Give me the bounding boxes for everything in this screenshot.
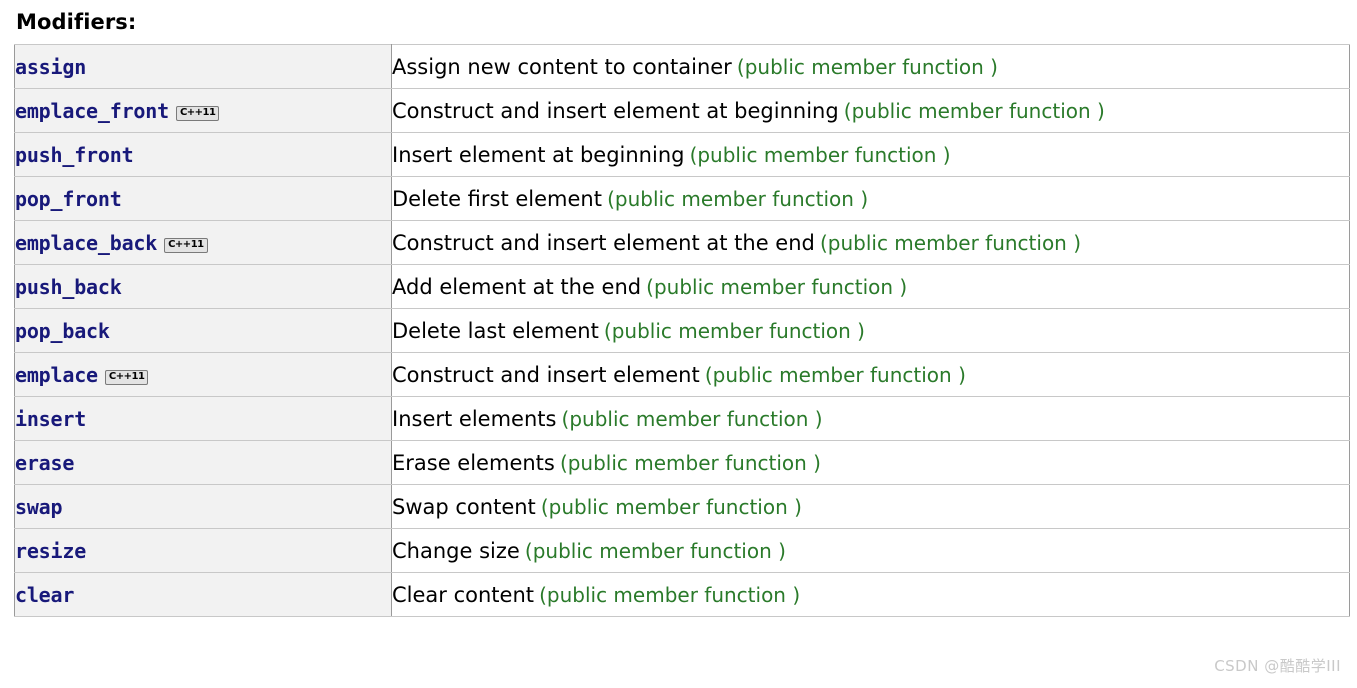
page-title: Modifiers: (16, 10, 137, 34)
member-link[interactable]: push_back (15, 275, 122, 299)
table-row[interactable]: erase Erase elements (public member func… (14, 440, 1350, 485)
member-name-cell[interactable]: resize (14, 528, 392, 573)
member-link[interactable]: emplace_back (15, 231, 157, 255)
table-row[interactable]: emplace_back C++11 Construct and insert e… (14, 220, 1350, 265)
member-kind: (public member function ) (561, 406, 823, 431)
member-name-cell[interactable]: insert (14, 396, 392, 441)
cpp11-badge-icon: C++11 (104, 369, 149, 385)
member-description: Assign new content to container (392, 54, 732, 79)
member-description: Erase elements (392, 450, 555, 475)
member-kind: (public member function ) (646, 274, 908, 299)
member-name-cell[interactable]: pop_back (14, 308, 392, 353)
table-row[interactable]: pop_front Delete first element (public m… (14, 176, 1350, 221)
member-kind: (public member function ) (819, 230, 1082, 255)
member-description: Construct and insert element at the end (392, 230, 815, 255)
member-name-cell[interactable]: push_back (14, 264, 392, 309)
member-name-cell[interactable]: push_front (14, 132, 392, 177)
watermark: CSDN @酷酷学III (1214, 657, 1341, 675)
table-row[interactable]: assign Assign new content to container (… (14, 44, 1350, 89)
member-description: Change size (392, 538, 520, 563)
member-description-cell: Insert element at beginning (public memb… (391, 132, 1350, 177)
member-name-cell[interactable]: swap (14, 484, 392, 529)
table-row[interactable]: push_back Add element at the end (public… (14, 264, 1350, 309)
member-description-cell: Delete last element (public member funct… (391, 308, 1350, 353)
member-description-cell: Erase elements (public member function ) (391, 440, 1350, 485)
member-description-cell: Add element at the end (public member fu… (391, 264, 1350, 309)
table-row[interactable]: clear Clear content (public member funct… (14, 572, 1350, 617)
member-description: Insert element at beginning (392, 142, 685, 167)
member-link[interactable]: insert (15, 407, 86, 431)
member-description: Clear content (392, 582, 534, 607)
member-kind: (public member function ) (540, 494, 802, 519)
member-link[interactable]: emplace (15, 363, 98, 387)
table-row[interactable]: push_front Insert element at beginning (… (14, 132, 1350, 177)
member-link[interactable]: assign (15, 55, 86, 79)
member-description-cell: Delete first element (public member func… (391, 176, 1350, 221)
member-name-cell[interactable]: assign (14, 44, 392, 89)
cpp11-badge-icon: C++11 (175, 105, 220, 121)
member-kind: (public member function ) (607, 186, 869, 211)
member-description-cell: Insert elements (public member function … (391, 396, 1350, 441)
member-description: Swap content (392, 494, 536, 519)
member-name-cell[interactable]: clear (14, 572, 392, 617)
member-description-cell: Change size (public member function ) (391, 528, 1350, 573)
member-kind: (public member function ) (736, 54, 998, 79)
table-row[interactable]: swap Swap content (public member functio… (14, 484, 1350, 529)
modifiers-table-body: assign Assign new content to container (… (14, 44, 1350, 617)
member-name-cell[interactable]: emplace_front C++11 (14, 88, 392, 133)
member-name-cell[interactable]: emplace_back C++11 (14, 220, 392, 265)
member-description: Add element at the end (392, 274, 642, 299)
member-kind: (public member function ) (524, 538, 786, 563)
member-name-cell[interactable]: erase (14, 440, 392, 485)
member-description-cell: Construct and insert element at beginnin… (391, 88, 1350, 133)
member-link[interactable]: emplace_front (15, 99, 169, 123)
reference-page: Modifiers: assign Assign new content to … (0, 0, 1357, 617)
table-row[interactable]: insert Insert elements (public member fu… (14, 396, 1350, 441)
member-kind: (public member function ) (559, 450, 821, 475)
member-link[interactable]: clear (15, 583, 74, 607)
member-name-cell[interactable]: emplace C++11 (14, 352, 392, 397)
member-link[interactable]: resize (15, 539, 86, 563)
table-row[interactable]: pop_back Delete last element (public mem… (14, 308, 1350, 353)
member-description-cell: Construct and insert element at the end … (391, 220, 1350, 265)
member-description: Delete first element (392, 186, 602, 211)
table-row[interactable]: emplace C++11 Construct and insert elemen… (14, 352, 1350, 397)
table-row[interactable]: emplace_front C++11 Construct and insert … (14, 88, 1350, 133)
table-row[interactable]: resize Change size (public member functi… (14, 528, 1350, 573)
cpp11-badge-icon: C++11 (164, 237, 208, 253)
member-link[interactable]: swap (15, 495, 63, 519)
member-kind: (public member function ) (689, 142, 951, 167)
modifiers-table: assign Assign new content to container (… (14, 44, 1350, 617)
member-link[interactable]: erase (15, 451, 74, 475)
member-link[interactable]: pop_front (15, 187, 122, 211)
member-link[interactable]: push_front (15, 143, 134, 167)
member-name-cell[interactable]: pop_front (14, 176, 392, 221)
member-kind: (public member function ) (539, 582, 801, 607)
member-kind: (public member function ) (704, 362, 966, 387)
member-kind: (public member function ) (603, 318, 865, 343)
member-description-cell: Swap content (public member function ) (391, 484, 1350, 529)
member-description-cell: Construct and insert element (public mem… (391, 352, 1350, 397)
member-description: Insert elements (392, 406, 557, 431)
member-link[interactable]: pop_back (15, 319, 110, 343)
member-description: Delete last element (392, 318, 599, 343)
member-description: Construct and insert element (392, 362, 700, 387)
member-description-cell: Clear content (public member function ) (391, 572, 1350, 617)
member-description-cell: Assign new content to container (public … (391, 44, 1350, 89)
member-kind: (public member function ) (843, 98, 1105, 123)
member-description: Construct and insert element at beginnin… (392, 98, 839, 123)
